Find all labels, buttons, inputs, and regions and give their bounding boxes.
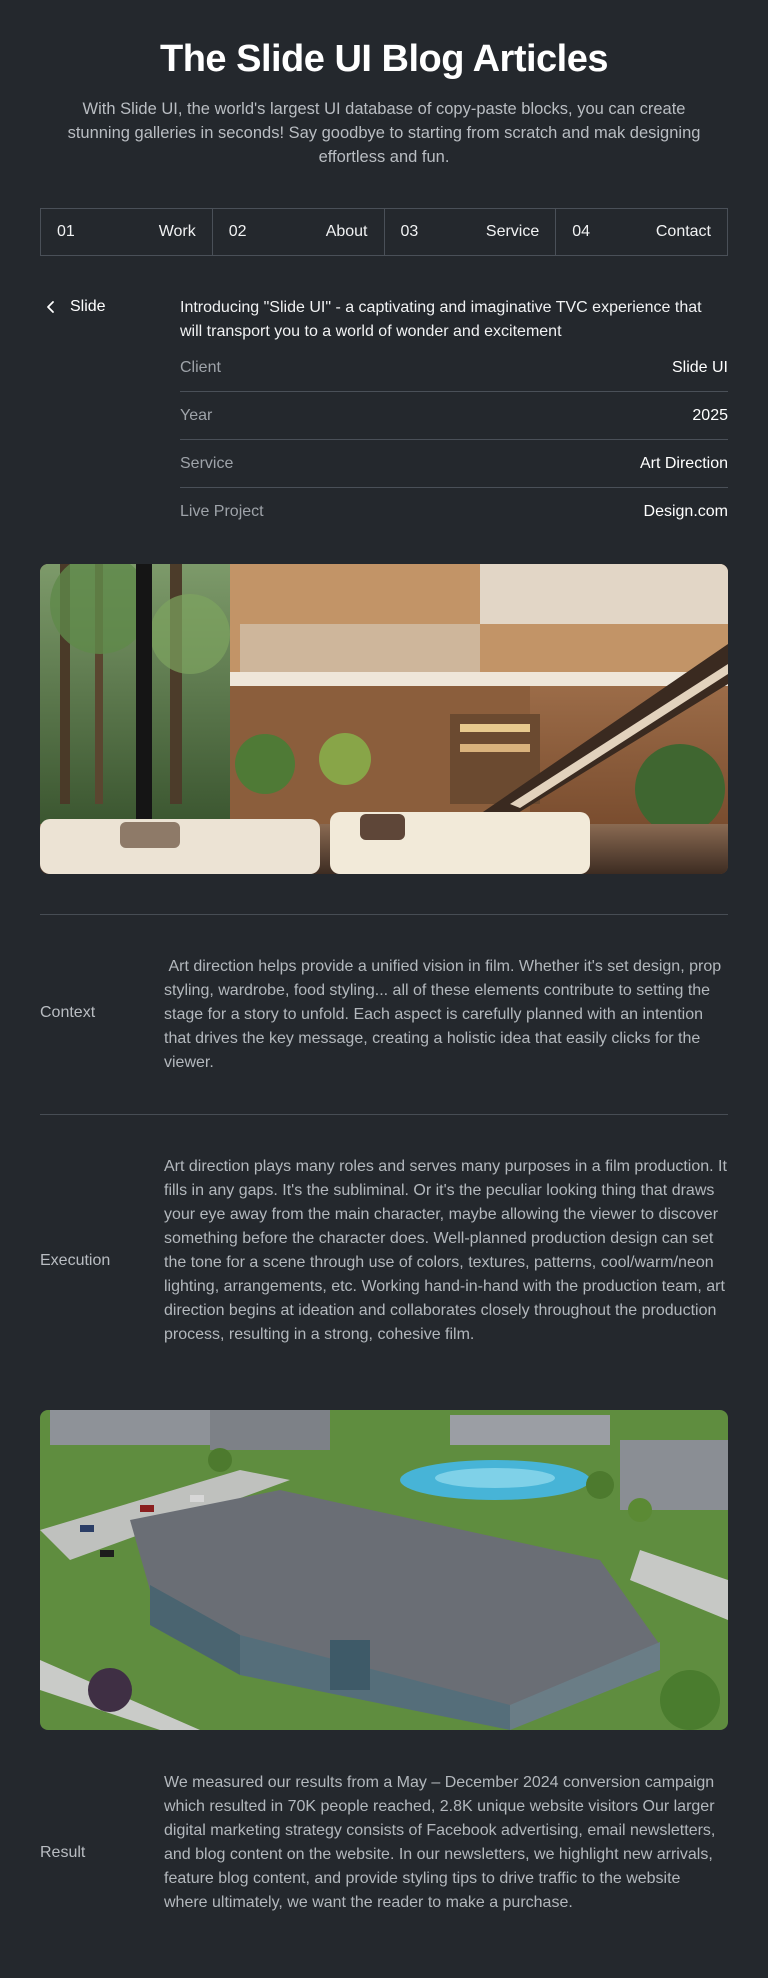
meta-value: Slide UI <box>671 358 728 376</box>
section-divider <box>40 914 728 915</box>
tab-label: Service <box>485 223 540 240</box>
meta-value: 2025 <box>692 406 728 424</box>
tab-number: 03 <box>400 223 419 240</box>
tab-number: 04 <box>572 223 591 240</box>
aerial-photo <box>40 1410 728 1730</box>
section-divider <box>40 1114 728 1115</box>
chevron-left-icon <box>40 297 64 317</box>
blog-article-page: The Slide UI Blog Articles With Slide UI… <box>0 0 768 1978</box>
back-link-label: Slide <box>70 298 106 315</box>
tab-bar: 01 Work 02 About 03 Service 04 Contact <box>40 208 728 256</box>
meta-key: Service <box>180 454 234 472</box>
context-text: Art direction helps provide a unified vi… <box>164 958 726 1071</box>
tab-contact[interactable]: 04 Contact <box>556 209 727 255</box>
meta-value[interactable]: Design.com <box>644 503 728 521</box>
interior-photo <box>40 564 728 874</box>
tab-label: About <box>325 223 368 240</box>
back-link[interactable]: Slide <box>40 297 106 317</box>
project-intro: Introducing "Slide UI" - a captivating a… <box>180 299 702 340</box>
meta-row-year: Year 2025 <box>180 392 728 440</box>
page-title: The Slide UI Blog Articles <box>159 38 609 80</box>
meta-key: Client <box>180 358 221 376</box>
meta-key: Live Project <box>180 503 264 520</box>
meta-key: Year <box>180 406 213 424</box>
tab-label: Work <box>158 223 196 240</box>
page-subtitle: With Slide UI, the world's largest UI da… <box>67 100 701 166</box>
result-text: We measured our results from a May – Dec… <box>164 1774 720 1911</box>
tab-work[interactable]: 01 Work <box>41 209 213 255</box>
tab-label: Contact <box>655 223 711 240</box>
meta-value: Art Direction <box>639 454 728 472</box>
result-label: Result <box>40 1844 86 1861</box>
tab-about[interactable]: 02 About <box>213 209 385 255</box>
meta-row-client: Client Slide UI <box>180 344 728 392</box>
execution-text: Art direction plays many roles and serve… <box>164 1158 732 1343</box>
meta-row-service: Service Art Direction <box>180 440 728 488</box>
context-label: Context <box>40 1004 96 1021</box>
meta-row-live-project: Live Project Design.com <box>180 488 728 536</box>
tab-service[interactable]: 03 Service <box>385 209 557 255</box>
project-meta-list: Client Slide UI Year 2025 Service Art Di… <box>180 344 728 536</box>
tab-number: 01 <box>57 223 75 240</box>
tab-number: 02 <box>228 223 247 240</box>
execution-label: Execution <box>40 1252 111 1269</box>
